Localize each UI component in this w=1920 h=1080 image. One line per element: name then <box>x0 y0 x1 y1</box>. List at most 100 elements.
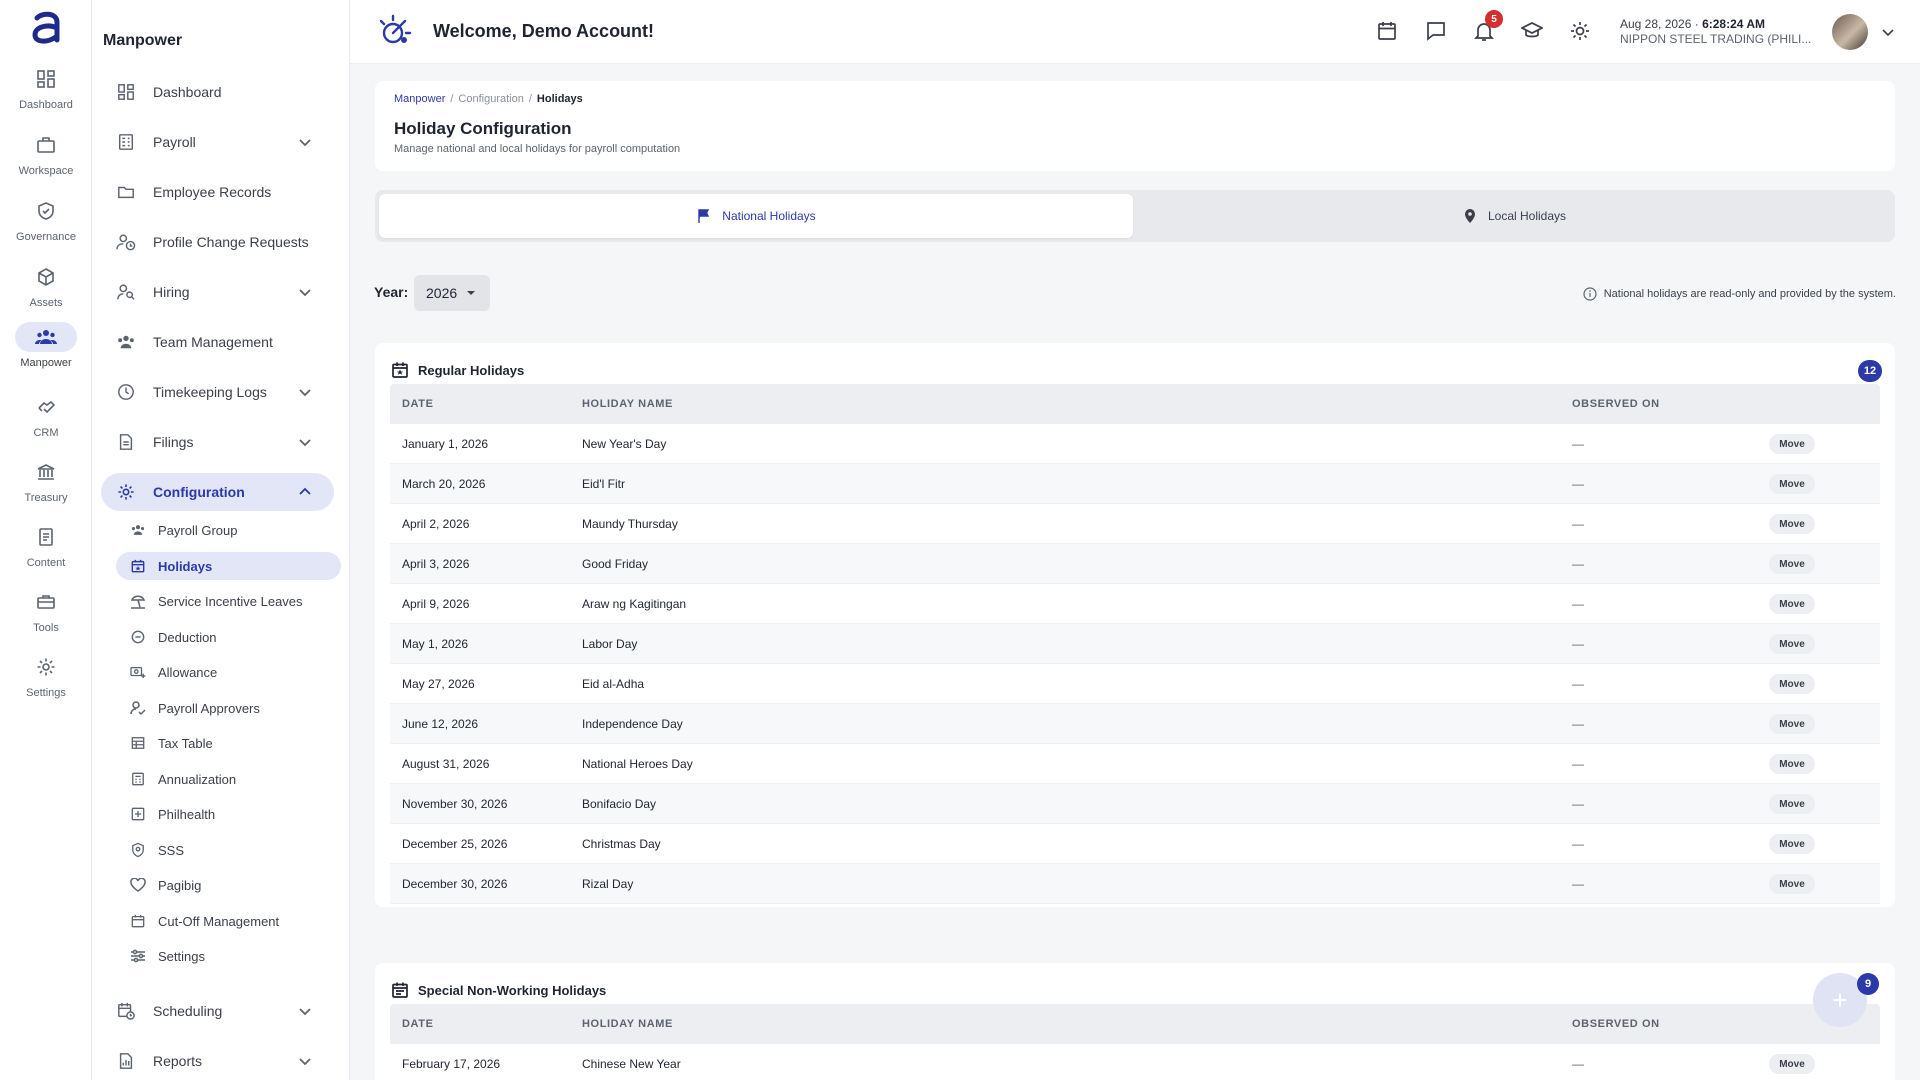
table-row: May 27, 2026 Eid al-Adha — Move <box>390 664 1880 704</box>
sidebar-item-scheduling[interactable]: Scheduling <box>101 992 334 1030</box>
move-button[interactable]: Move <box>1769 594 1815 614</box>
cell-observed-on: — <box>1572 437 1584 451</box>
holiday-tabs: National Holidays Local Holidays <box>375 190 1895 242</box>
section-title-text: Regular Holidays <box>418 362 525 378</box>
sidebar-item-dashboard[interactable]: Dashboard <box>101 73 334 111</box>
chat-icon[interactable] <box>1425 20 1447 42</box>
move-button[interactable]: Move <box>1769 514 1815 534</box>
sidebar-item-reports[interactable]: Reports <box>101 1042 334 1080</box>
rail-item-dashboard[interactable]: Dashboard <box>0 64 92 124</box>
page-subtitle: Manage national and local holidays for p… <box>394 143 681 155</box>
page-title: Holiday Configuration <box>394 119 572 138</box>
cell-date: May 27, 2026 <box>402 677 475 691</box>
rail-item-workspace[interactable]: Workspace <box>0 130 92 190</box>
sidebar-item-label: Configuration <box>153 484 245 500</box>
move-button[interactable]: Move <box>1769 1054 1815 1074</box>
sidebar-subitem-annualization[interactable]: Annualization <box>116 765 341 793</box>
rail-item-tools[interactable]: Tools <box>0 587 92 647</box>
gear-icon[interactable] <box>1569 20 1591 42</box>
sidebar-subitem-holidays[interactable]: Holidays <box>116 552 341 580</box>
sidebar-item-team-management[interactable]: Team Management <box>101 323 334 361</box>
calendar-icon[interactable] <box>1376 20 1398 42</box>
graduation-cap-icon[interactable] <box>1521 20 1543 42</box>
move-button[interactable]: Move <box>1769 474 1815 494</box>
rail-item-governance[interactable]: Governance <box>0 196 92 256</box>
sidebar-subitem-settings[interactable]: Settings <box>116 942 341 970</box>
rail-item-settings[interactable]: Settings <box>0 652 92 712</box>
table-row: December 30, 2026 Rizal Day — Move <box>390 864 1880 904</box>
move-button[interactable]: Move <box>1769 874 1815 894</box>
move-button[interactable]: Move <box>1769 834 1815 854</box>
move-button[interactable]: Move <box>1769 754 1815 774</box>
cube-icon <box>15 262 77 292</box>
brand-logo-icon[interactable] <box>378 14 412 48</box>
move-button[interactable]: Move <box>1769 554 1815 574</box>
tab-national-holidays[interactable]: National Holidays <box>379 194 1133 238</box>
sidebar-subitem-deduction[interactable]: Deduction <box>116 623 341 651</box>
move-button[interactable]: Move <box>1769 794 1815 814</box>
table-row: January 1, 2026 New Year's Day — Move <box>390 424 1880 464</box>
column-header-date: DATE <box>402 398 434 410</box>
sliders-icon <box>130 948 146 964</box>
tab-label: Local Holidays <box>1487 209 1567 223</box>
sidebar-subitem-service-incentive-leaves[interactable]: Service Incentive Leaves <box>116 587 341 615</box>
app-logo-icon[interactable] <box>29 10 63 48</box>
sidebar-subitem-label: Tax Table <box>158 735 213 751</box>
sidebar-item-timekeeping-logs[interactable]: Timekeeping Logs <box>101 373 334 411</box>
year-select[interactable]: 2026 <box>414 275 490 311</box>
cell-observed-on: — <box>1572 717 1584 731</box>
breadcrumb-link-manpower[interactable]: Manpower <box>394 93 445 105</box>
sidebar-subitem-cut-off-management[interactable]: Cut-Off Management <box>116 907 341 935</box>
rail-item-crm[interactable]: CRM <box>0 392 92 452</box>
section-title: Regular Holidays <box>391 361 524 379</box>
user-clock-icon <box>115 231 137 253</box>
move-button[interactable]: Move <box>1769 634 1815 654</box>
move-button[interactable]: Move <box>1769 674 1815 694</box>
report-icon <box>115 1050 137 1072</box>
cell-holiday-name: Maundy Thursday <box>582 517 678 531</box>
chevron-down-icon <box>299 389 311 397</box>
rail-label: CRM <box>33 427 59 439</box>
folder-icon <box>115 181 137 203</box>
move-button[interactable]: Move <box>1769 714 1815 734</box>
heart-icon <box>130 877 146 893</box>
sidebar-item-label: Reports <box>153 1053 203 1069</box>
calculator-icon <box>130 771 146 787</box>
rail-item-content[interactable]: Content <box>0 522 92 582</box>
toolbox-icon <box>15 587 77 617</box>
cell-observed-on: — <box>1572 597 1584 611</box>
sidebar-item-filings[interactable]: Filings <box>101 423 334 461</box>
sidebar-item-payroll[interactable]: Payroll <box>101 123 334 161</box>
sidebar-subitem-tax-table[interactable]: Tax Table <box>116 729 341 757</box>
rail-item-assets[interactable]: Assets <box>0 262 92 322</box>
rail-label: Settings <box>26 687 66 699</box>
calendar-star-icon <box>130 558 146 574</box>
sidebar-subitem-label: Annualization <box>158 771 237 787</box>
cell-holiday-name: New Year's Day <box>582 437 667 451</box>
sidebar-subitem-sss[interactable]: SSS <box>116 836 341 864</box>
sidebar-subitem-pagibig[interactable]: Pagibig <box>116 871 341 899</box>
sidebar-item-hiring[interactable]: Hiring <box>101 273 334 311</box>
sidebar-item-profile-change-requests[interactable]: Profile Change Requests <box>101 223 334 261</box>
breadcrumb-link-configuration[interactable]: Configuration <box>458 93 523 105</box>
sidebar-item-employee-records[interactable]: Employee Records <box>101 173 334 211</box>
sidebar-subitem-allowance[interactable]: Allowance <box>116 658 341 686</box>
sidebar-subitem-philhealth[interactable]: Philhealth <box>116 800 341 828</box>
avatar[interactable] <box>1832 14 1868 50</box>
file-icon <box>115 431 137 453</box>
sidebar-subitem-label: Pagibig <box>158 877 202 893</box>
rail-item-treasury[interactable]: Treasury <box>0 457 92 517</box>
sidebar-item-configuration[interactable]: Configuration <box>101 473 334 511</box>
section-sidebar: Manpower Dashboard Payroll Employee Reco… <box>92 0 350 1080</box>
chevron-down-icon[interactable] <box>1880 24 1896 40</box>
sidebar-subitem-payroll-group[interactable]: Payroll Group <box>116 516 341 544</box>
minus-circle-icon <box>130 629 146 645</box>
tab-local-holidays[interactable]: Local Holidays <box>1137 194 1891 238</box>
move-button[interactable]: Move <box>1769 434 1815 454</box>
sidebar-subitem-payroll-approvers[interactable]: Payroll Approvers <box>116 694 341 722</box>
date-text: Aug 28, 2026 · <box>1620 17 1699 31</box>
flag-icon <box>698 209 710 223</box>
rail-item-manpower[interactable]: Manpower <box>0 322 92 382</box>
breadcrumb-separator: / <box>528 93 532 105</box>
special-holidays-section: Special Non-Working Holidays DATE HOLIDA… <box>375 963 1895 1080</box>
